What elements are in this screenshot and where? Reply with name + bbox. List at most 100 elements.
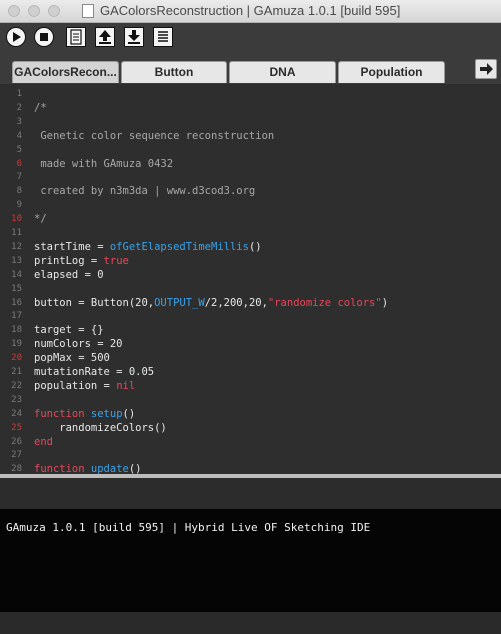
arrow-right-icon [480, 63, 493, 75]
code-token: */ [34, 213, 47, 226]
code-line[interactable]: 14 elapsed = 0 [0, 268, 501, 282]
console-panel: GAmuza 1.0.1 [build 595] | Hybrid Live O… [0, 509, 501, 612]
code-line[interactable]: 12 startTime = ofGetElapsedTimeMillis() [0, 240, 501, 254]
code-token: ) [381, 296, 389, 309]
list-icon [158, 31, 168, 42]
code-text: end [34, 435, 53, 449]
code-text: randomizeColors() [34, 421, 166, 435]
code-line[interactable]: 20 popMax = 500 [0, 351, 501, 365]
list-button[interactable] [153, 27, 173, 47]
code-text: */ [34, 212, 47, 226]
code-line[interactable]: 5 [0, 143, 501, 157]
code-line[interactable]: 27 [0, 448, 501, 462]
code-token: startTime = [34, 240, 110, 253]
code-line[interactable]: 16 button = Button(20,OUTPUT_W/2,200,20,"… [0, 296, 501, 310]
code-token: ofGetElapsedTimeMillis [109, 240, 249, 253]
code-token: /* [34, 101, 47, 114]
line-number: 25 [11, 422, 22, 433]
tab-dna[interactable]: DNA [229, 61, 336, 83]
download-button[interactable] [124, 27, 144, 47]
code-line[interactable]: 13 printLog = true [0, 254, 501, 268]
code-text: /* [34, 101, 47, 115]
line-number: 1 [16, 89, 22, 99]
zoom-window-button[interactable] [48, 5, 60, 17]
upload-button[interactable] [95, 27, 115, 47]
code-line[interactable]: 8 created by n3m3da | www.d3cod3.org [0, 184, 501, 198]
code-line[interactable]: 28 function update() [0, 462, 501, 474]
stop-icon [40, 33, 48, 41]
line-number: 17 [11, 311, 22, 322]
line-number: 13 [11, 255, 22, 266]
line-number: 5 [16, 144, 22, 155]
line-number: 2 [16, 102, 22, 113]
code-line[interactable]: 2 /* [0, 101, 501, 115]
document-icon [82, 4, 94, 18]
code-line[interactable]: 1 [0, 87, 501, 101]
line-number: 19 [11, 339, 22, 350]
line-number: 23 [11, 394, 22, 405]
upload-icon [99, 30, 111, 44]
code-text: popMax = 500 [34, 351, 110, 365]
code-token: created by n3m3da | www.d3cod3.org [34, 185, 256, 198]
code-text: mutationRate = 0.05 [34, 365, 154, 379]
code-token: made with GAmuza 0432 [34, 157, 174, 170]
code-text: created by n3m3da | www.d3cod3.org [34, 184, 255, 198]
line-number: 16 [11, 297, 22, 308]
code-editor[interactable]: 1 2/* 3 4 Genetic color sequence reconstruc… [0, 84, 501, 474]
line-number: 11 [11, 228, 22, 238]
minimize-window-button[interactable] [28, 5, 40, 17]
code-line[interactable]: 6 made with GAmuza 0432 [0, 157, 501, 171]
close-window-button[interactable] [8, 5, 20, 17]
code-line[interactable]: 19 numColors = 20 [0, 337, 501, 351]
tab-button[interactable]: Button [121, 61, 227, 83]
code-line[interactable]: 26 end [0, 435, 501, 449]
code-line[interactable]: 22 population = nil [0, 379, 501, 393]
code-line[interactable]: 10 */ [0, 212, 501, 226]
status-bar [0, 612, 501, 634]
code-token: printLog = [34, 254, 104, 267]
line-number: 22 [11, 380, 22, 391]
code-line[interactable]: 7 [0, 170, 501, 184]
code-token: nil [116, 379, 136, 392]
code-line[interactable]: 9 [0, 198, 501, 212]
line-number: 15 [11, 283, 22, 294]
code-text: made with GAmuza 0432 [34, 157, 173, 171]
code-line[interactable]: 4 Genetic color sequence reconstruction [0, 129, 501, 143]
next-tab-button[interactable] [475, 59, 497, 79]
line-number: 27 [11, 450, 22, 461]
code-token: () [128, 463, 142, 474]
new-file-button[interactable] [66, 27, 86, 47]
code-token: "randomize colors" [267, 296, 382, 309]
line-number: 4 [16, 130, 22, 141]
line-number: 8 [16, 186, 22, 197]
code-text: button = Button(20,OUTPUT_W/2,200,20,"ra… [34, 296, 388, 310]
code-text: startTime = ofGetElapsedTimeMillis() [34, 240, 262, 254]
code-token: popMax = 500 [34, 352, 110, 365]
line-number: 26 [11, 436, 22, 447]
code-line[interactable]: 23 [0, 393, 501, 407]
tab-gacolorsreconstruction[interactable]: GAColorsRecon... [12, 61, 119, 83]
code-text: function update() [34, 462, 142, 474]
new-file-icon [70, 29, 82, 45]
code-line[interactable]: 24 function setup() [0, 407, 501, 421]
stop-button[interactable] [34, 27, 54, 47]
line-number: 9 [16, 200, 22, 211]
code-line[interactable]: 21 mutationRate = 0.05 [0, 365, 501, 379]
console-toolbar [0, 478, 501, 509]
line-number: 24 [11, 408, 22, 419]
tab-population[interactable]: Population [338, 61, 445, 83]
code-line[interactable]: 15 [0, 282, 501, 296]
code-token: () [122, 407, 136, 420]
code-line[interactable]: 11 [0, 226, 501, 240]
code-token: population = [34, 379, 117, 392]
line-number: 12 [11, 241, 22, 252]
code-token: /2,200,20, [204, 296, 268, 309]
code-line[interactable]: 17 [0, 309, 501, 323]
code-token: () [248, 240, 262, 253]
code-line[interactable]: 18 target = {} [0, 323, 501, 337]
play-button[interactable] [6, 27, 26, 47]
toolbar [0, 23, 501, 55]
code-text: printLog = true [34, 254, 129, 268]
code-line[interactable]: 25 randomizeColors() [0, 421, 501, 435]
code-line[interactable]: 3 [0, 115, 501, 129]
